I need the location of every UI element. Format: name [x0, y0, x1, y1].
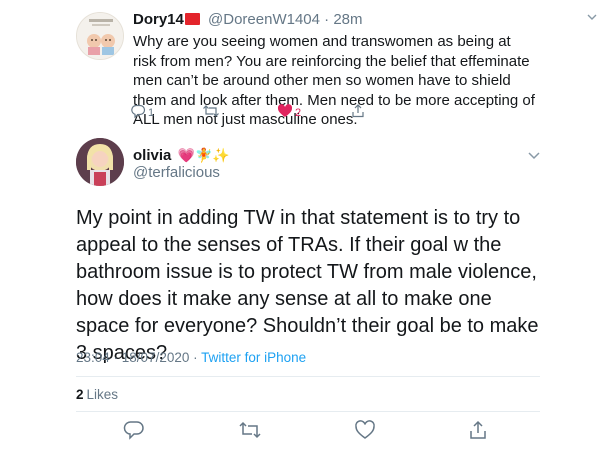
main-avatar-image [76, 138, 124, 186]
divider [76, 376, 540, 377]
share-icon [467, 419, 489, 446]
main-share-button[interactable] [466, 420, 490, 444]
main-author-name[interactable]: olivia [133, 147, 171, 164]
like-button[interactable]: 2 [277, 103, 301, 122]
name-emojis: 💗🧚✨ [177, 147, 230, 163]
main-reply-button[interactable] [122, 420, 146, 444]
reply-count: 1 [148, 106, 155, 119]
retweet-icon [202, 103, 220, 122]
reply-icon [130, 103, 146, 122]
main-like-button[interactable] [353, 419, 377, 446]
main-action-bar [0, 419, 600, 446]
reply-tweet[interactable]: Dory14 @DoreenW1404 · 28m Why are you se… [0, 0, 600, 132]
likes-summary[interactable]: 2 Likes [76, 386, 118, 404]
reply-time-separator: · [324, 11, 330, 28]
main-retweet-button[interactable] [238, 420, 262, 444]
heart-icon [354, 419, 376, 446]
reply-icon [123, 419, 145, 446]
heart-icon [277, 103, 293, 122]
chevron-down-icon[interactable] [527, 148, 541, 167]
main-avatar[interactable] [76, 138, 124, 186]
reply-avatar[interactable] [76, 12, 124, 60]
reply-author-handle[interactable]: @DoreenW1404 [208, 11, 320, 28]
reply-timestamp[interactable]: 28m [333, 11, 362, 28]
tweet-source-link[interactable]: Twitter for iPhone [201, 350, 306, 365]
share-button[interactable] [350, 103, 366, 122]
divider [76, 411, 540, 412]
tweet-meta: 23:04 · 18/07/2020 · Twitter for iPhone [76, 349, 306, 367]
main-tweet-text: My point in adding TW in that statement … [76, 207, 539, 364]
chevron-down-icon[interactable] [586, 10, 598, 28]
like-count: 2 [295, 106, 302, 119]
reply-avatar-image [77, 13, 123, 59]
tweet-timestamp: 23:04 · 18/07/2020 · [76, 350, 202, 365]
likes-label: Likes [86, 387, 119, 402]
red-flag-icon [184, 13, 200, 25]
retweet-icon [238, 419, 262, 446]
reply-header: Dory14 @DoreenW1404 · 28m [133, 10, 363, 30]
main-author-handle[interactable]: @terfalicious [133, 163, 220, 183]
share-icon [350, 103, 366, 122]
reply-author-name[interactable]: Dory14 [133, 11, 184, 28]
reply-button[interactable]: 1 [130, 103, 154, 122]
reply-action-bar: 1 2 [130, 103, 370, 123]
retweet-button[interactable] [202, 103, 222, 122]
likes-count: 2 [76, 387, 84, 402]
